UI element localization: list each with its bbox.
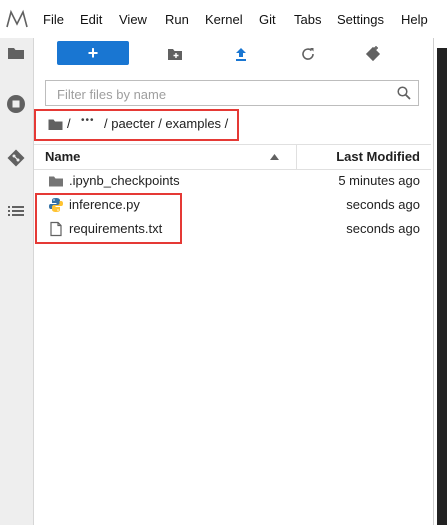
file-list-header: Name Last Modified: [34, 144, 431, 170]
menu-edit[interactable]: Edit: [80, 12, 102, 27]
new-folder-icon: [168, 49, 182, 60]
refresh-button[interactable]: [298, 44, 318, 64]
list-icon: [8, 206, 24, 216]
git-icon: [7, 149, 25, 167]
breadcrumb-highlight-box: [34, 109, 239, 141]
git-clone-icon: [365, 46, 381, 62]
files-highlight-box: [35, 193, 182, 244]
menu-settings[interactable]: Settings: [337, 12, 384, 27]
git-clone-button[interactable]: [363, 44, 383, 64]
name-column-header[interactable]: Name: [45, 149, 80, 164]
upload-icon: [236, 48, 246, 61]
folder-icon: [49, 176, 63, 187]
menu-run[interactable]: Run: [165, 12, 189, 27]
menu-tabs[interactable]: Tabs: [294, 12, 321, 27]
file-row-ipynb-checkpoints[interactable]: .ipynb_checkpoints 5 minutes ago: [34, 169, 431, 193]
menu-git[interactable]: Git: [259, 12, 276, 27]
folder-icon: [8, 48, 24, 59]
column-divider: [296, 145, 297, 169]
search-icon: [397, 86, 411, 100]
git-tab[interactable]: [0, 142, 32, 174]
last-modified-column-header[interactable]: Last Modified: [336, 149, 420, 164]
filter-box: [45, 80, 419, 106]
file-name: .ipynb_checkpoints: [69, 173, 180, 188]
file-modified: seconds ago: [346, 197, 420, 212]
left-sidebar: [0, 38, 34, 525]
menu-help[interactable]: Help: [401, 12, 428, 27]
menu-bar: File Edit View Run Kernel Git Tabs Setti…: [0, 0, 447, 38]
refresh-icon: [302, 48, 314, 60]
menu-view[interactable]: View: [119, 12, 147, 27]
menu-file[interactable]: File: [43, 12, 64, 27]
file-modified: 5 minutes ago: [338, 173, 420, 188]
jupyter-logo-icon: [6, 9, 28, 28]
upload-button[interactable]: [231, 44, 251, 64]
file-browser-tab[interactable]: [0, 37, 32, 69]
new-launcher-button[interactable]: +: [57, 41, 129, 65]
stop-circle-icon: [7, 95, 25, 113]
menu-kernel[interactable]: Kernel: [205, 12, 243, 27]
table-of-contents-tab[interactable]: [0, 195, 32, 227]
filter-input[interactable]: [55, 84, 389, 104]
new-folder-button[interactable]: [165, 44, 185, 64]
plus-icon: +: [87, 43, 99, 63]
sort-ascending-icon: [270, 154, 279, 160]
file-modified: seconds ago: [346, 221, 420, 236]
running-sessions-tab[interactable]: [0, 88, 32, 120]
main-area-dark: [437, 48, 447, 525]
